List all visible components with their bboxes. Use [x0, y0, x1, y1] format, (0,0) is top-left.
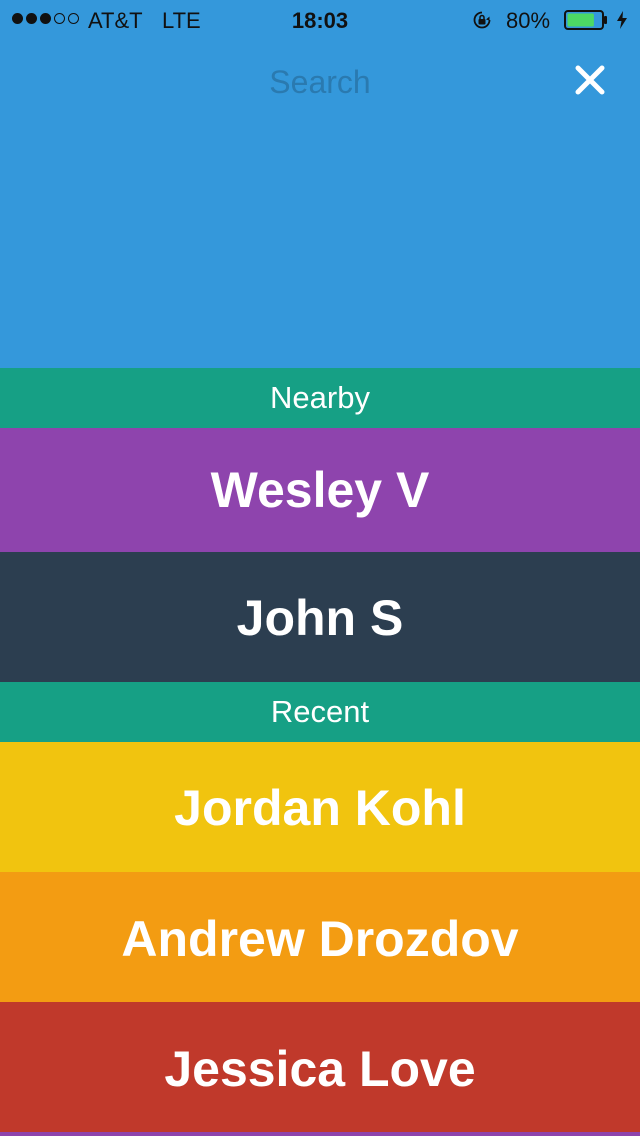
rotation-lock-icon [473, 11, 491, 29]
section-label: Nearby [270, 380, 370, 415]
search-input[interactable] [0, 64, 640, 101]
search-header: AT&T LTE 18:03 80% [0, 0, 640, 368]
section-header-recent: Recent [0, 682, 640, 742]
contact-name: Wesley V [210, 462, 430, 518]
close-icon[interactable] [570, 60, 610, 100]
charging-bolt-icon [617, 11, 627, 29]
battery-percent: 80% [506, 8, 551, 33]
contact-row-jordan-kohl[interactable]: Jordan Kohl [0, 742, 640, 872]
section-label: Recent [270, 694, 370, 729]
contact-row-jessica-love[interactable]: Jessica Love [0, 1002, 640, 1132]
contact-name: John S [236, 590, 404, 646]
contact-row-john-s[interactable]: John S [0, 552, 640, 682]
contact-row-wesley-v[interactable]: Wesley V [0, 428, 640, 552]
contact-name: Jessica Love [164, 1041, 476, 1097]
contact-name: Jordan Kohl [174, 780, 466, 836]
status-bar: AT&T LTE 18:03 80% [0, 0, 640, 40]
section-header-nearby: Nearby [0, 368, 640, 428]
battery-icon [564, 10, 607, 30]
contact-name: Andrew Drozdov [121, 911, 519, 967]
contact-row-andrew-drozdov[interactable]: Andrew Drozdov [0, 872, 640, 1002]
